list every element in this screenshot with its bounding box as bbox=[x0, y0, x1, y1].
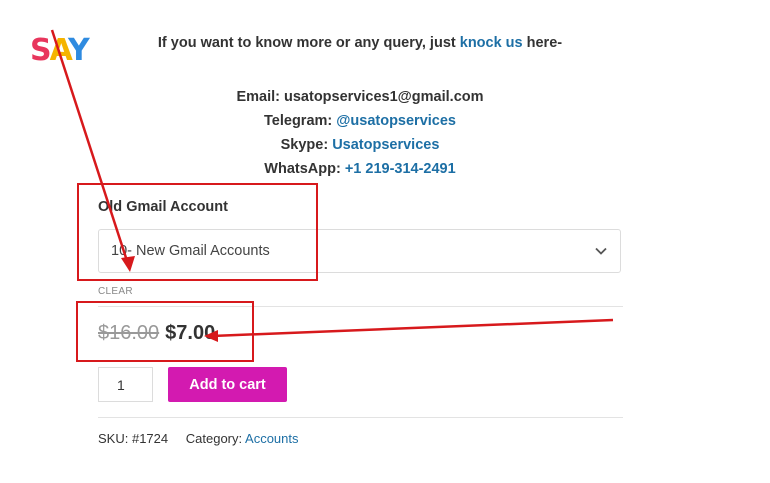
email-value: usatopservices1@gmail.com bbox=[284, 89, 484, 105]
whatsapp-link[interactable]: +1 219-314-2491 bbox=[345, 161, 456, 177]
quantity-input[interactable]: 1 bbox=[98, 367, 153, 402]
whatsapp-line: WhatsApp: +1 219-314-2491 bbox=[0, 157, 720, 181]
telegram-line: Telegram: @usatopservices bbox=[0, 109, 720, 133]
intro-suffix: here- bbox=[522, 35, 563, 51]
telegram-link[interactable]: @usatopservices bbox=[336, 113, 456, 129]
whatsapp-label: WhatsApp: bbox=[264, 161, 345, 177]
sku-value: #1724 bbox=[131, 431, 169, 446]
product-meta: SKU: #1724 Category: Accounts bbox=[98, 431, 299, 446]
category-link[interactable]: Accounts bbox=[245, 431, 298, 446]
intro-prefix: If you want to know more or any query, j… bbox=[157, 35, 460, 51]
clear-link[interactable]: CLEAR bbox=[98, 286, 133, 297]
annotation-box-price bbox=[76, 301, 254, 362]
email-line: Email: usatopservices1@gmail.com bbox=[0, 85, 720, 109]
annotation-arrow-left bbox=[211, 318, 614, 338]
sku-label: SKU: bbox=[98, 431, 129, 446]
skype-link[interactable]: Usatopservices bbox=[332, 137, 439, 153]
skype-label: Skype: bbox=[280, 137, 333, 153]
contact-info: Email: usatopservices1@gmail.com Telegra… bbox=[0, 85, 720, 181]
divider-bottom bbox=[98, 417, 623, 418]
email-label: Email: bbox=[236, 89, 285, 105]
skype-line: Skype: Usatopservices bbox=[0, 133, 720, 157]
annotation-box-select bbox=[77, 183, 318, 281]
telegram-label: Telegram: bbox=[264, 113, 337, 129]
category-label: Category: bbox=[185, 431, 243, 446]
knock-us-link[interactable]: knock us bbox=[460, 35, 523, 51]
add-to-cart-button[interactable]: Add to cart bbox=[168, 367, 287, 402]
chevron-down-icon bbox=[595, 247, 607, 255]
intro-text: If you want to know more or any query, j… bbox=[0, 35, 720, 51]
